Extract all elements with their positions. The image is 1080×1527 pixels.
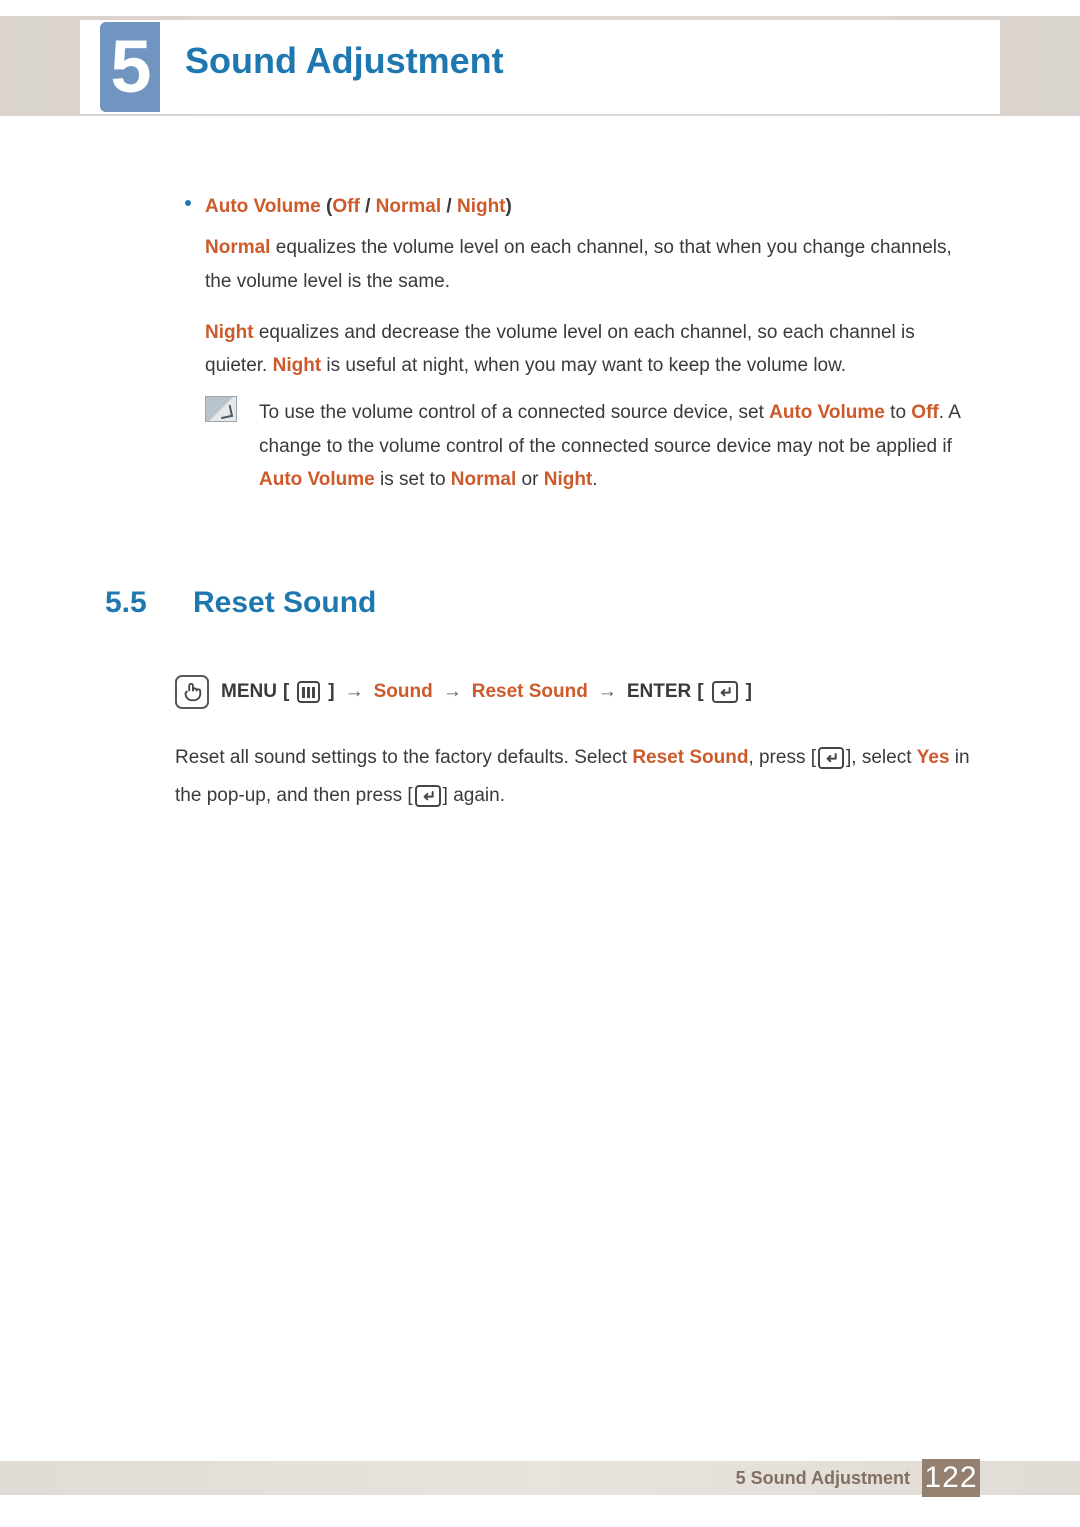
note-icon [205, 396, 237, 422]
page-number-badge: 122 [922, 1459, 980, 1497]
opt-night: Night [457, 196, 506, 217]
note-e: or [516, 469, 543, 490]
page-content: Auto Volume (Off / Normal / Night) Norma… [105, 190, 975, 815]
bullet-icon [185, 200, 191, 206]
note-b: to [885, 402, 911, 423]
note-night: Night [544, 469, 593, 490]
note-f: . [592, 469, 597, 490]
nav-path: MENU [ ] → Sound → Reset Sound → ENTER [… [175, 675, 975, 709]
touch-icon [175, 675, 209, 709]
enter-icon [415, 785, 441, 807]
reset-body-text: Reset all sound settings to the factory … [175, 739, 975, 815]
arrow-icon: → [594, 681, 621, 703]
chapter-badge: 5 [100, 22, 160, 112]
note-a: To use the volume control of a connected… [259, 402, 769, 423]
section-title: Reset Sound [193, 586, 376, 620]
night-rest: is useful at night, when you may want to… [321, 355, 846, 376]
arrow-icon: → [439, 681, 466, 703]
rb-e: Yes [917, 747, 950, 768]
enter-icon [818, 747, 844, 769]
rb-a: Reset all sound settings to the factory … [175, 747, 632, 768]
chapter-title: Sound Adjustment [185, 40, 504, 82]
footer-text: 5 Sound Adjustment [736, 1468, 910, 1489]
section-heading: 5.5 Reset Sound [105, 586, 975, 620]
nav-sound: Sound [374, 681, 433, 703]
normal-lead: Normal [205, 237, 270, 258]
rb-g: ] again. [443, 785, 505, 806]
rb-d: ], select [846, 747, 917, 768]
nav-reset: Reset Sound [472, 681, 588, 703]
note-av2: Auto Volume [259, 469, 375, 490]
night-lead: Night [205, 322, 254, 343]
section-number: 5.5 [105, 586, 165, 620]
enter-icon [712, 681, 738, 703]
note-d: is set to [375, 469, 451, 490]
note-off: Off [911, 402, 938, 423]
opt-off: Off [332, 196, 359, 217]
auto-volume-label: Auto Volume [205, 196, 321, 217]
night-lead2: Night [273, 355, 322, 376]
note-av1: Auto Volume [769, 402, 885, 423]
menu-bars-icon [297, 681, 320, 703]
note-block: To use the volume control of a connected… [205, 396, 975, 496]
opt-normal: Normal [376, 196, 441, 217]
rb-b: Reset Sound [632, 747, 748, 768]
nav-menu: MENU [221, 681, 277, 703]
footer-stripe [0, 1461, 1080, 1495]
nav-enter: ENTER [627, 681, 691, 703]
night-paragraph: Night equalizes and decrease the volume … [205, 316, 975, 383]
rb-c: , press [ [748, 747, 816, 768]
note-normal: Normal [451, 469, 516, 490]
arrow-icon: → [341, 681, 368, 703]
normal-rest: equalizes the volume level on each chann… [205, 237, 952, 291]
auto-volume-heading: Auto Volume (Off / Normal / Night) [185, 190, 975, 223]
normal-paragraph: Normal equalizes the volume level on eac… [205, 231, 975, 298]
chapter-number: 5 [100, 22, 160, 112]
